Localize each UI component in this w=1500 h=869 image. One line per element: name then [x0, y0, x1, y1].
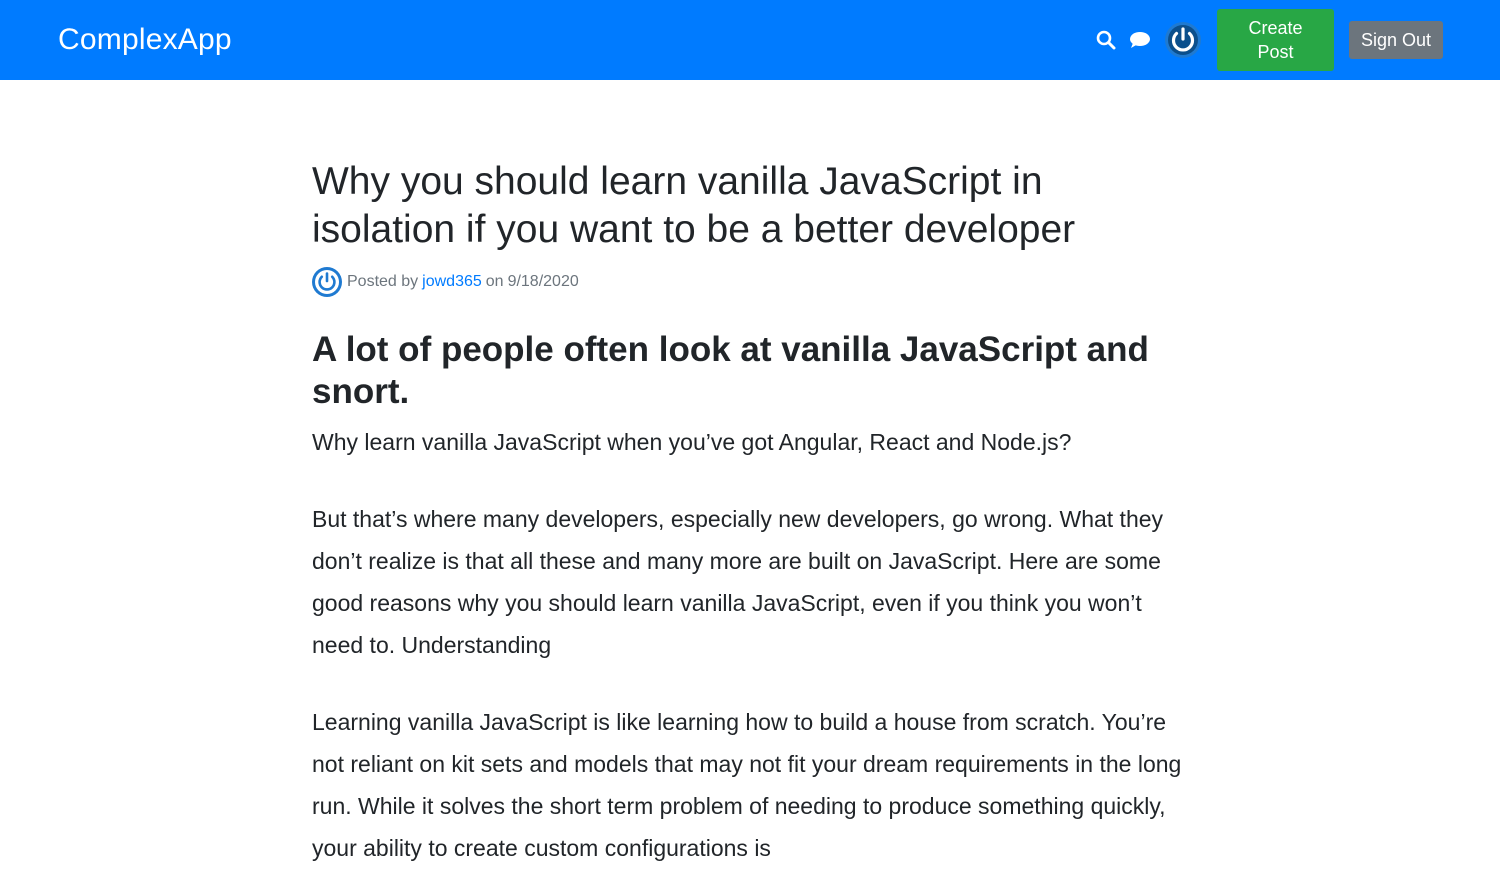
post-title: Why you should learn vanilla JavaScript …: [312, 160, 1076, 251]
brand-link[interactable]: ComplexApp: [58, 21, 232, 59]
on-label: on: [485, 273, 504, 290]
author-link[interactable]: jowd365: [422, 273, 482, 291]
post-paragraph: Learning vanilla JavaScript is like lear…: [312, 709, 1182, 861]
search-icon[interactable]: [1096, 30, 1116, 50]
post-body-heading: A lot of people often look at vanilla Ja…: [312, 330, 1149, 411]
site-header: ComplexApp Create Post Sign Out: [0, 0, 1500, 80]
chat-icon[interactable]: [1129, 31, 1151, 49]
post-date: 9/18/2020: [507, 273, 579, 290]
create-post-button[interactable]: Create Post: [1217, 9, 1334, 71]
posted-by-label: Posted by: [347, 273, 419, 290]
post-meta: Posted by jowd365 on 9/18/2020: [312, 267, 1192, 297]
author-avatar-icon[interactable]: [312, 267, 342, 297]
post-paragraph: Why learn vanilla JavaScript when you’ve…: [312, 429, 1072, 455]
avatar-power-icon[interactable]: [1165, 22, 1201, 58]
header-actions: Create Post Sign Out: [1096, 0, 1443, 80]
post-container: Why you should learn vanilla JavaScript …: [312, 158, 1192, 869]
post-paragraph: But that’s where many developers, especi…: [312, 506, 1164, 658]
sign-out-button[interactable]: Sign Out: [1349, 21, 1443, 59]
